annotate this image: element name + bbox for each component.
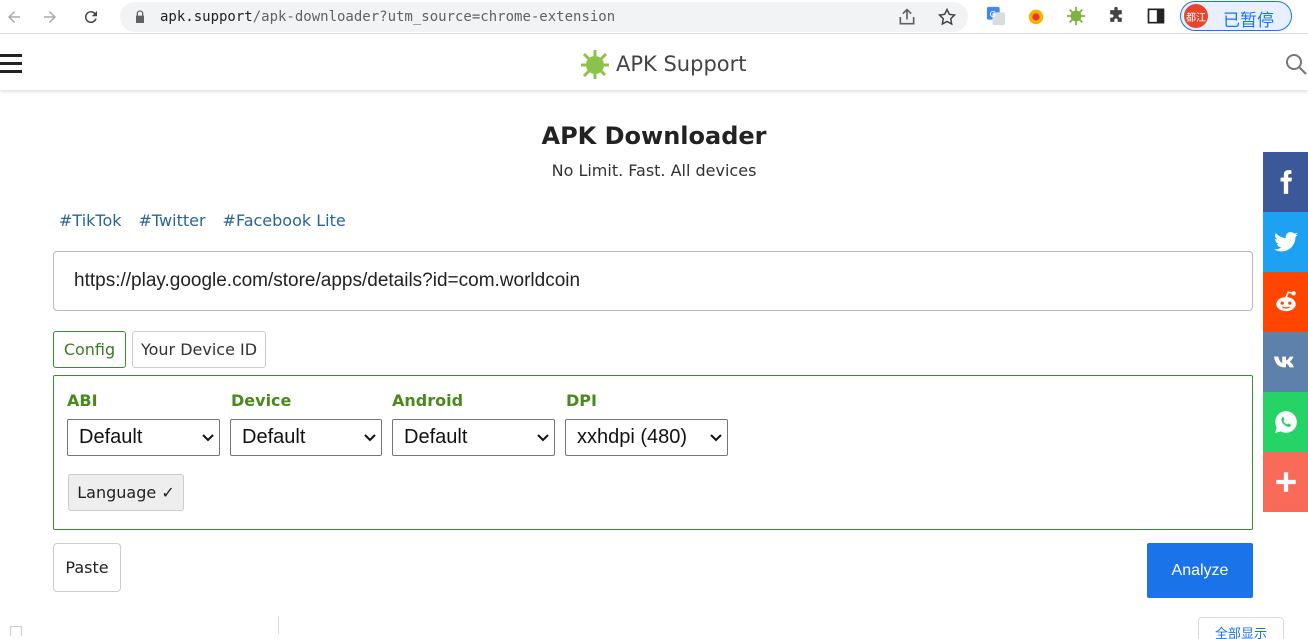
side-panel-button[interactable] (1145, 5, 1167, 27)
share-whatsapp[interactable] (1263, 392, 1308, 452)
reload-icon (84, 11, 97, 24)
tag-link[interactable]: #Facebook Lite (223, 211, 346, 230)
site-header: APK Support (0, 38, 1308, 90)
apk-support-extension[interactable] (1065, 5, 1087, 27)
android-select[interactable]: Default (392, 419, 555, 456)
browser-toolbar: apk.support/apk-downloader?utm_source=ch… (0, 0, 1308, 34)
share-vk[interactable] (1263, 332, 1308, 392)
chevron-down-icon (537, 434, 549, 442)
extensions-menu[interactable] (1105, 5, 1127, 27)
puzzle-icon (1110, 6, 1122, 22)
share-facebook[interactable] (1263, 152, 1308, 212)
vk-icon (1273, 356, 1294, 368)
chevron-down-icon (364, 434, 376, 442)
app-url-input[interactable] (53, 251, 1253, 311)
hand-extension[interactable] (1025, 5, 1047, 27)
file-icon (10, 626, 22, 636)
bookmark-star-icon[interactable] (937, 7, 957, 27)
reddit-icon (1275, 291, 1296, 312)
language-button[interactable]: Language ✓ (68, 474, 184, 511)
show-all-downloads-button[interactable]: 全部显示 (1198, 617, 1284, 639)
back-button[interactable] (2, 5, 26, 29)
device-select[interactable]: Default (230, 419, 382, 456)
avatar: 都江 (1184, 4, 1208, 28)
chevron-down-icon (202, 434, 214, 442)
chevron-down-icon (710, 434, 722, 442)
side-panel-icon (1147, 8, 1165, 24)
share-more[interactable] (1263, 452, 1308, 512)
tab-device-id[interactable]: Your Device ID (132, 331, 266, 368)
profile-button[interactable]: 都江 已暂停 (1180, 1, 1292, 31)
whatsapp-icon (1274, 411, 1297, 433)
tab-config[interactable]: Config (53, 331, 126, 368)
share-page-icon[interactable] (897, 7, 917, 27)
share-twitter[interactable] (1263, 212, 1308, 272)
arrow-left-icon (8, 11, 20, 23)
apk-bug-icon (1066, 6, 1086, 26)
dpi-label: DPI (566, 391, 597, 410)
arrow-right-icon (44, 11, 56, 23)
device-label: Device (231, 391, 292, 410)
abi-select[interactable]: Default (67, 419, 220, 456)
page-title: APK Downloader (541, 122, 767, 150)
download-bar (0, 612, 1308, 634)
google-translate-extension[interactable]: G (985, 5, 1007, 27)
translate-icon: G (986, 6, 1006, 26)
plus-icon (1275, 472, 1296, 492)
share-reddit[interactable] (1263, 272, 1308, 332)
profile-status: 已暂停 (1223, 11, 1274, 31)
site-name: APK Support (616, 52, 747, 76)
site-logo[interactable]: APK Support (578, 47, 747, 81)
hand-icon (1028, 9, 1044, 25)
apk-bug-icon (581, 50, 609, 79)
facebook-icon (1280, 170, 1292, 194)
forward-button[interactable] (38, 5, 62, 29)
twitter-icon (1273, 232, 1298, 252)
tag-link[interactable]: #TikTok (59, 211, 122, 230)
page-subtitle: No Limit. Fast. All devices (551, 161, 757, 180)
tag-list: #TikTok #Twitter #Facebook Lite (59, 211, 346, 230)
menu-icon[interactable] (0, 54, 22, 74)
android-label: Android (392, 391, 464, 410)
tag-link[interactable]: #Twitter (139, 211, 206, 230)
dpi-select[interactable]: xxhdpi (480) (565, 419, 728, 456)
reload-button[interactable] (79, 5, 103, 29)
analyze-button[interactable]: Analyze (1147, 543, 1253, 598)
download-separator (278, 616, 279, 634)
search-icon[interactable] (1284, 52, 1308, 76)
abi-label: ABI (67, 391, 98, 410)
paste-button[interactable]: Paste (53, 543, 121, 592)
config-panel: ABI Device Android DPI Default Default D… (53, 375, 1253, 530)
url-text: apk.support/apk-downloader?utm_source=ch… (160, 9, 616, 25)
lock-icon (136, 10, 144, 23)
svg-text:G: G (990, 9, 996, 19)
address-bar[interactable]: apk.support/apk-downloader?utm_source=ch… (120, 2, 968, 32)
